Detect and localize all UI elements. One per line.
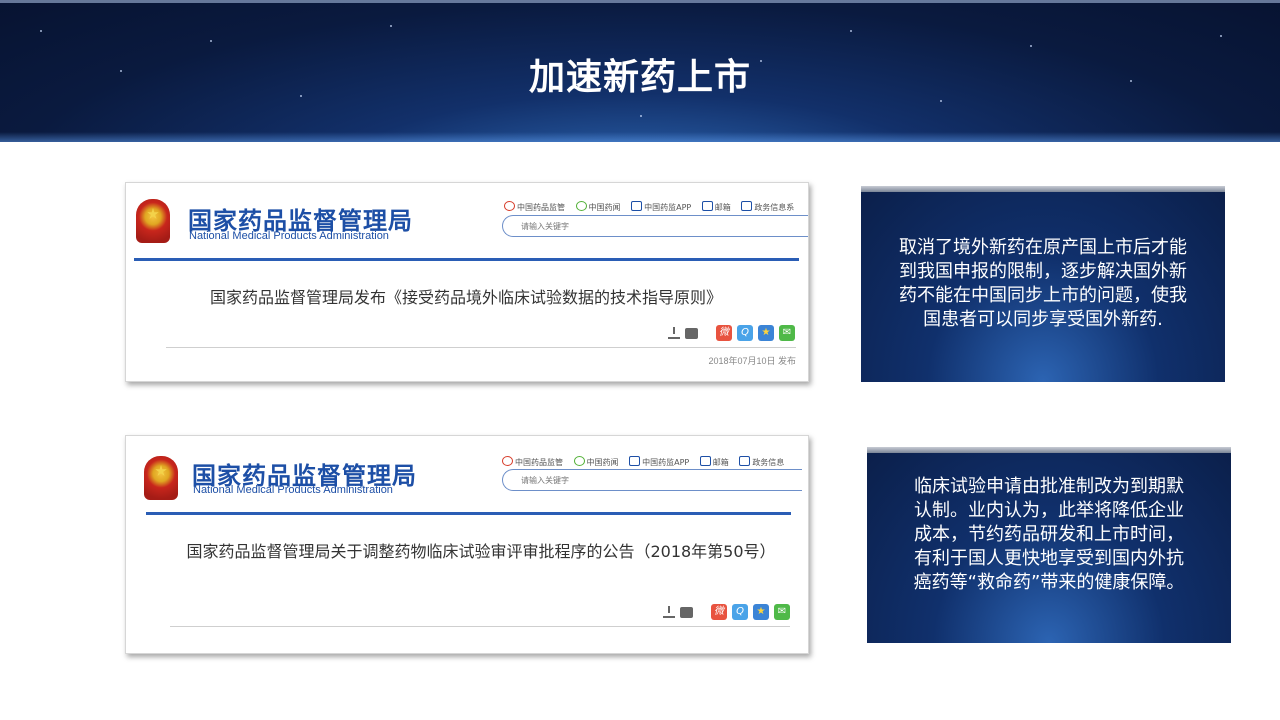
mail-icon xyxy=(699,456,711,466)
favorite-icon[interactable]: ★ xyxy=(753,604,769,620)
publish-date: 2018年07月10日 发布 xyxy=(708,356,796,366)
search-input[interactable]: 请输入关键字 xyxy=(502,469,802,491)
wechat-share-icon[interactable]: ✉ xyxy=(774,604,790,620)
banner-glow xyxy=(0,132,1280,142)
info-text: 取消了境外新药在原产国上市后才能到我国申报的限制，逐步解决国外新药不能在中国同步… xyxy=(899,237,1187,330)
screenshot-card-2: 国家药品监督管理局 National Medical Products Admi… xyxy=(125,435,809,654)
org-name-en: National Medical Products Administration xyxy=(189,230,389,242)
link-wechat[interactable]: 中国药闻 xyxy=(573,456,619,467)
link-gov-info[interactable]: 政务信息系 xyxy=(741,201,794,212)
national-emblem-icon xyxy=(136,199,170,243)
wechat-icon xyxy=(573,456,585,466)
info-box-2: 临床试验申请由批准制改为到期默认制。业内认为，此举将降低企业成本，节约药品研发和… xyxy=(867,447,1231,643)
link-weibo[interactable]: 中国药品监管 xyxy=(504,201,565,212)
article-tools: 微 Q ★ ✉ xyxy=(668,325,795,341)
favorite-icon[interactable]: ★ xyxy=(758,325,774,341)
banner-top-edge xyxy=(0,0,1280,3)
link-mail[interactable]: 邮箱 xyxy=(699,456,729,467)
info-box-topbar xyxy=(861,186,1225,192)
info-box-1: 取消了境外新药在原产国上市后才能到我国申报的限制，逐步解决国外新药不能在中国同步… xyxy=(861,186,1225,382)
national-emblem-icon xyxy=(144,456,178,500)
divider xyxy=(170,626,790,627)
link-weibo[interactable]: 中国药品监管 xyxy=(502,456,563,467)
link-mail[interactable]: 邮箱 xyxy=(701,201,731,212)
weibo-share-icon[interactable]: 微 xyxy=(711,604,727,620)
mail-icon xyxy=(701,201,713,211)
download-icon[interactable] xyxy=(668,327,680,339)
wechat-share-icon[interactable]: ✉ xyxy=(779,325,795,341)
screenshot-card-1: 国家药品监督管理局 National Medical Products Admi… xyxy=(125,182,809,382)
info-box-topbar xyxy=(867,447,1231,453)
weibo-icon xyxy=(504,201,515,211)
print-icon[interactable] xyxy=(685,327,698,339)
download-icon[interactable] xyxy=(663,606,675,618)
link-gov-info[interactable]: 政务信息 xyxy=(739,456,784,467)
qq-share-icon[interactable]: Q xyxy=(737,325,753,341)
top-links: 中国药品监管 中国药闻 中国药监APP 邮箱 政务信息 xyxy=(502,456,792,468)
article-tools: 微 Q ★ ✉ xyxy=(663,604,790,620)
search-input[interactable]: 请输入关键字 xyxy=(502,215,808,237)
article-headline[interactable]: 国家药品监督管理局发布《接受药品境外临床试验数据的技术指导原则》 xyxy=(146,285,786,311)
monitor-icon xyxy=(741,201,753,211)
phone-icon xyxy=(631,201,643,211)
wechat-icon xyxy=(575,201,587,211)
qq-share-icon[interactable]: Q xyxy=(732,604,748,620)
phone-icon xyxy=(629,456,641,466)
org-name-en: National Medical Products Administration xyxy=(193,484,393,496)
link-wechat[interactable]: 中国药闻 xyxy=(575,201,621,212)
weibo-share-icon[interactable]: 微 xyxy=(716,325,732,341)
info-text: 临床试验申请由批准制改为到期默认制。业内认为，此举将降低企业成本，节约药品研发和… xyxy=(913,476,1185,593)
header-rule xyxy=(146,512,791,515)
divider xyxy=(166,347,796,348)
print-icon[interactable] xyxy=(680,606,693,618)
article-headline[interactable]: 国家药品监督管理局关于调整药物临床试验审评审批程序的公告（2018年第50号） xyxy=(166,539,796,565)
weibo-icon xyxy=(502,456,513,466)
title-banner: 加速新药上市 xyxy=(0,0,1280,142)
link-app[interactable]: 中国药监APP xyxy=(631,201,691,212)
slide-title: 加速新药上市 xyxy=(528,57,751,98)
header-rule xyxy=(134,258,799,261)
top-links: 中国药品监管 中国药闻 中国药监APP 邮箱 政务信息系 xyxy=(504,201,802,213)
link-app[interactable]: 中国药监APP xyxy=(629,456,689,467)
monitor-icon xyxy=(739,456,751,466)
